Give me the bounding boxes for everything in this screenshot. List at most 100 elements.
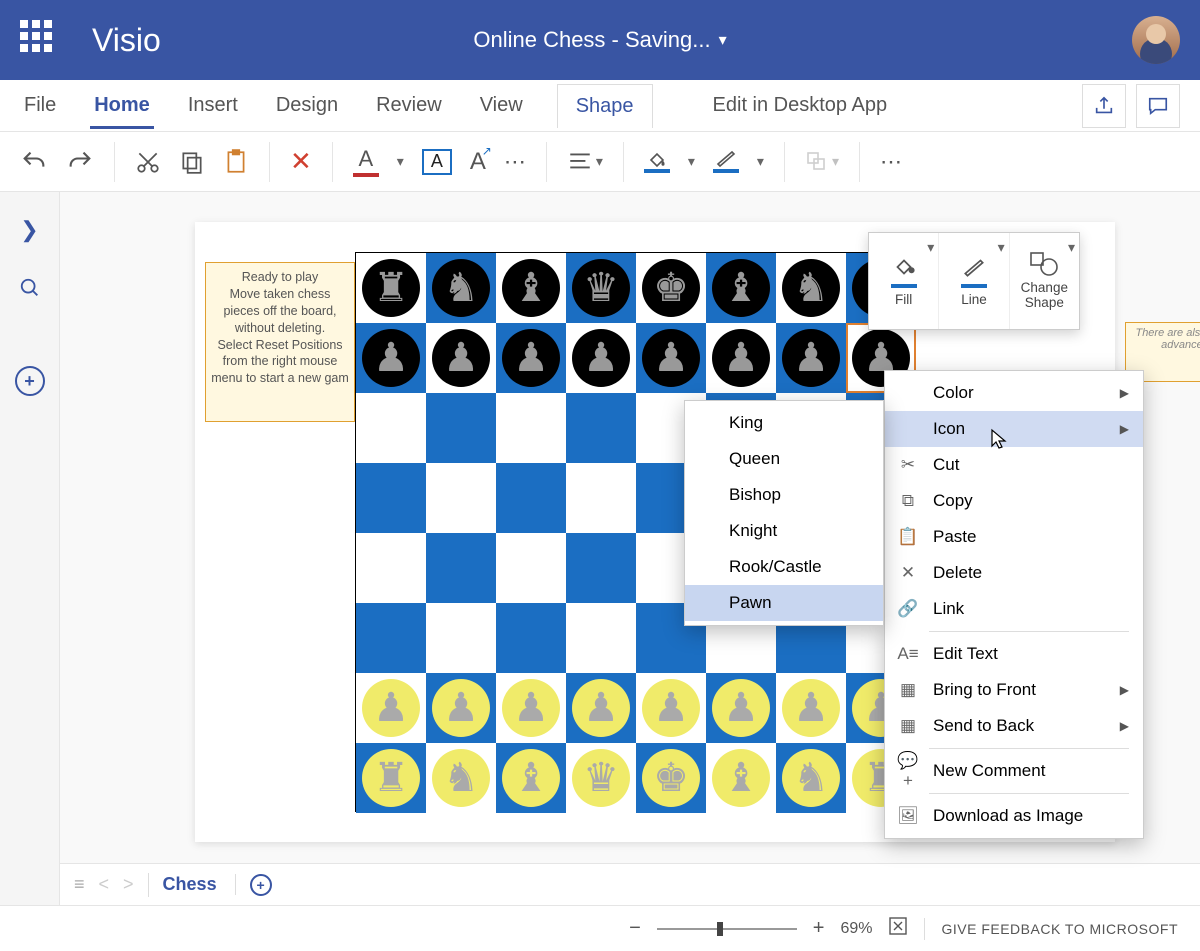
add-page-button[interactable]: + bbox=[250, 874, 272, 896]
board-square[interactable]: ♚ bbox=[636, 253, 706, 323]
context-menu-item[interactable]: 🔗Link bbox=[885, 591, 1143, 627]
context-menu-item[interactable]: ✕Delete bbox=[885, 555, 1143, 591]
page-tab[interactable]: Chess bbox=[163, 874, 236, 895]
context-menu-item[interactable]: Icon▶ bbox=[885, 411, 1143, 447]
user-avatar[interactable] bbox=[1132, 16, 1180, 64]
context-menu-item[interactable]: 📋Paste bbox=[885, 519, 1143, 555]
chess-piece[interactable]: ♞ bbox=[782, 749, 840, 807]
chess-piece[interactable]: ♛ bbox=[572, 259, 630, 317]
context-menu-item[interactable]: ▦Send to Back▶ bbox=[885, 708, 1143, 744]
chess-piece[interactable]: ♟ bbox=[782, 329, 840, 387]
tab-view[interactable]: View bbox=[476, 82, 527, 129]
next-page-button[interactable]: > bbox=[123, 874, 134, 895]
mini-fill-button[interactable]: Fill ▾ bbox=[869, 233, 938, 329]
comments-button[interactable] bbox=[1136, 84, 1180, 128]
board-square[interactable]: ♟ bbox=[356, 323, 426, 393]
board-square[interactable] bbox=[426, 463, 496, 533]
add-shapes-button[interactable]: + bbox=[15, 366, 45, 396]
tab-review[interactable]: Review bbox=[372, 82, 446, 129]
mini-change-shape-button[interactable]: Change Shape ▾ bbox=[1009, 233, 1079, 329]
chess-piece[interactable]: ♛ bbox=[572, 749, 630, 807]
more-button[interactable]: ⋯ bbox=[880, 149, 902, 175]
chess-piece[interactable]: ♟ bbox=[782, 679, 840, 737]
chess-piece[interactable]: ♟ bbox=[712, 679, 770, 737]
paste-button[interactable] bbox=[223, 149, 249, 175]
fill-color-button[interactable] bbox=[644, 150, 670, 173]
board-square[interactable]: ♟ bbox=[776, 673, 846, 743]
board-square[interactable]: ♛ bbox=[566, 743, 636, 813]
line-color-button[interactable] bbox=[713, 150, 739, 173]
redo-button[interactable] bbox=[66, 148, 94, 176]
context-menu-item[interactable]: 💬+New Comment bbox=[885, 753, 1143, 789]
chess-piece[interactable]: ♜ bbox=[362, 259, 420, 317]
zoom-slider[interactable] bbox=[657, 928, 797, 930]
chess-piece[interactable]: ♝ bbox=[712, 749, 770, 807]
board-square[interactable]: ♛ bbox=[566, 253, 636, 323]
board-square[interactable]: ♟ bbox=[566, 673, 636, 743]
chess-piece[interactable]: ♞ bbox=[432, 749, 490, 807]
chess-piece[interactable]: ♟ bbox=[502, 329, 560, 387]
chevron-down-icon[interactable]: ▾ bbox=[397, 153, 404, 170]
board-square[interactable] bbox=[496, 393, 566, 463]
chess-piece[interactable]: ♟ bbox=[642, 329, 700, 387]
board-square[interactable]: ♞ bbox=[426, 743, 496, 813]
chess-piece[interactable]: ♟ bbox=[432, 679, 490, 737]
more-font-button[interactable]: ⋯ bbox=[504, 149, 526, 175]
undo-button[interactable] bbox=[20, 148, 48, 176]
zoom-out-button[interactable]: − bbox=[629, 917, 641, 940]
document-title[interactable]: Online Chess - Saving... ▾ bbox=[473, 27, 726, 53]
submenu-item[interactable]: King bbox=[685, 405, 883, 441]
board-square[interactable] bbox=[356, 393, 426, 463]
arrange-button[interactable]: ▾ bbox=[805, 150, 839, 174]
chess-piece[interactable]: ♟ bbox=[572, 679, 630, 737]
board-square[interactable]: ♝ bbox=[706, 743, 776, 813]
submenu-item[interactable]: Rook/Castle bbox=[685, 549, 883, 585]
board-square[interactable]: ♟ bbox=[496, 323, 566, 393]
font-color-button[interactable]: A bbox=[353, 146, 379, 177]
chevron-down-icon[interactable]: ▾ bbox=[688, 153, 695, 170]
chess-piece[interactable]: ♟ bbox=[642, 679, 700, 737]
board-square[interactable] bbox=[496, 603, 566, 673]
chess-piece[interactable]: ♟ bbox=[502, 679, 560, 737]
board-square[interactable]: ♜ bbox=[356, 253, 426, 323]
mini-line-button[interactable]: Line ▾ bbox=[938, 233, 1008, 329]
submenu-item[interactable]: Knight bbox=[685, 513, 883, 549]
edit-in-desktop-button[interactable]: Edit in Desktop App bbox=[713, 94, 888, 117]
submenu-item[interactable]: Queen bbox=[685, 441, 883, 477]
context-menu-item[interactable]: ⧉Copy bbox=[885, 483, 1143, 519]
app-launcher-icon[interactable] bbox=[20, 20, 60, 60]
pages-menu-icon[interactable]: ≡ bbox=[74, 874, 85, 895]
chess-piece[interactable]: ♟ bbox=[432, 329, 490, 387]
board-square[interactable]: ♟ bbox=[776, 323, 846, 393]
share-button[interactable] bbox=[1082, 84, 1126, 128]
board-square[interactable]: ♝ bbox=[496, 253, 566, 323]
text-highlight-button[interactable]: A bbox=[422, 149, 452, 175]
board-square[interactable]: ♜ bbox=[356, 743, 426, 813]
text-effects-button[interactable]: A↗ bbox=[470, 148, 486, 176]
zoom-in-button[interactable]: + bbox=[813, 917, 825, 940]
context-menu-item[interactable]: 🖼Download as Image bbox=[885, 798, 1143, 834]
search-shapes-button[interactable] bbox=[10, 268, 50, 308]
board-square[interactable] bbox=[496, 463, 566, 533]
board-square[interactable] bbox=[496, 533, 566, 603]
context-menu-item[interactable]: ✂Cut bbox=[885, 447, 1143, 483]
tab-file[interactable]: File bbox=[20, 82, 60, 129]
context-menu-item[interactable]: ▦Bring to Front▶ bbox=[885, 672, 1143, 708]
board-square[interactable]: ♝ bbox=[706, 253, 776, 323]
board-square[interactable] bbox=[566, 603, 636, 673]
tab-shape[interactable]: Shape bbox=[557, 84, 653, 128]
fit-to-window-button[interactable] bbox=[888, 916, 908, 941]
delete-button[interactable]: ✕ bbox=[290, 146, 312, 177]
board-square[interactable] bbox=[356, 463, 426, 533]
board-square[interactable] bbox=[356, 603, 426, 673]
board-square[interactable]: ♟ bbox=[426, 323, 496, 393]
chess-piece[interactable]: ♟ bbox=[712, 329, 770, 387]
cut-button[interactable] bbox=[135, 149, 161, 175]
prev-page-button[interactable]: < bbox=[99, 874, 110, 895]
submenu-item[interactable]: Pawn bbox=[685, 585, 883, 621]
board-square[interactable] bbox=[426, 603, 496, 673]
board-square[interactable] bbox=[356, 533, 426, 603]
board-square[interactable]: ♟ bbox=[636, 323, 706, 393]
board-square[interactable]: ♞ bbox=[776, 743, 846, 813]
chess-piece[interactable]: ♟ bbox=[362, 329, 420, 387]
